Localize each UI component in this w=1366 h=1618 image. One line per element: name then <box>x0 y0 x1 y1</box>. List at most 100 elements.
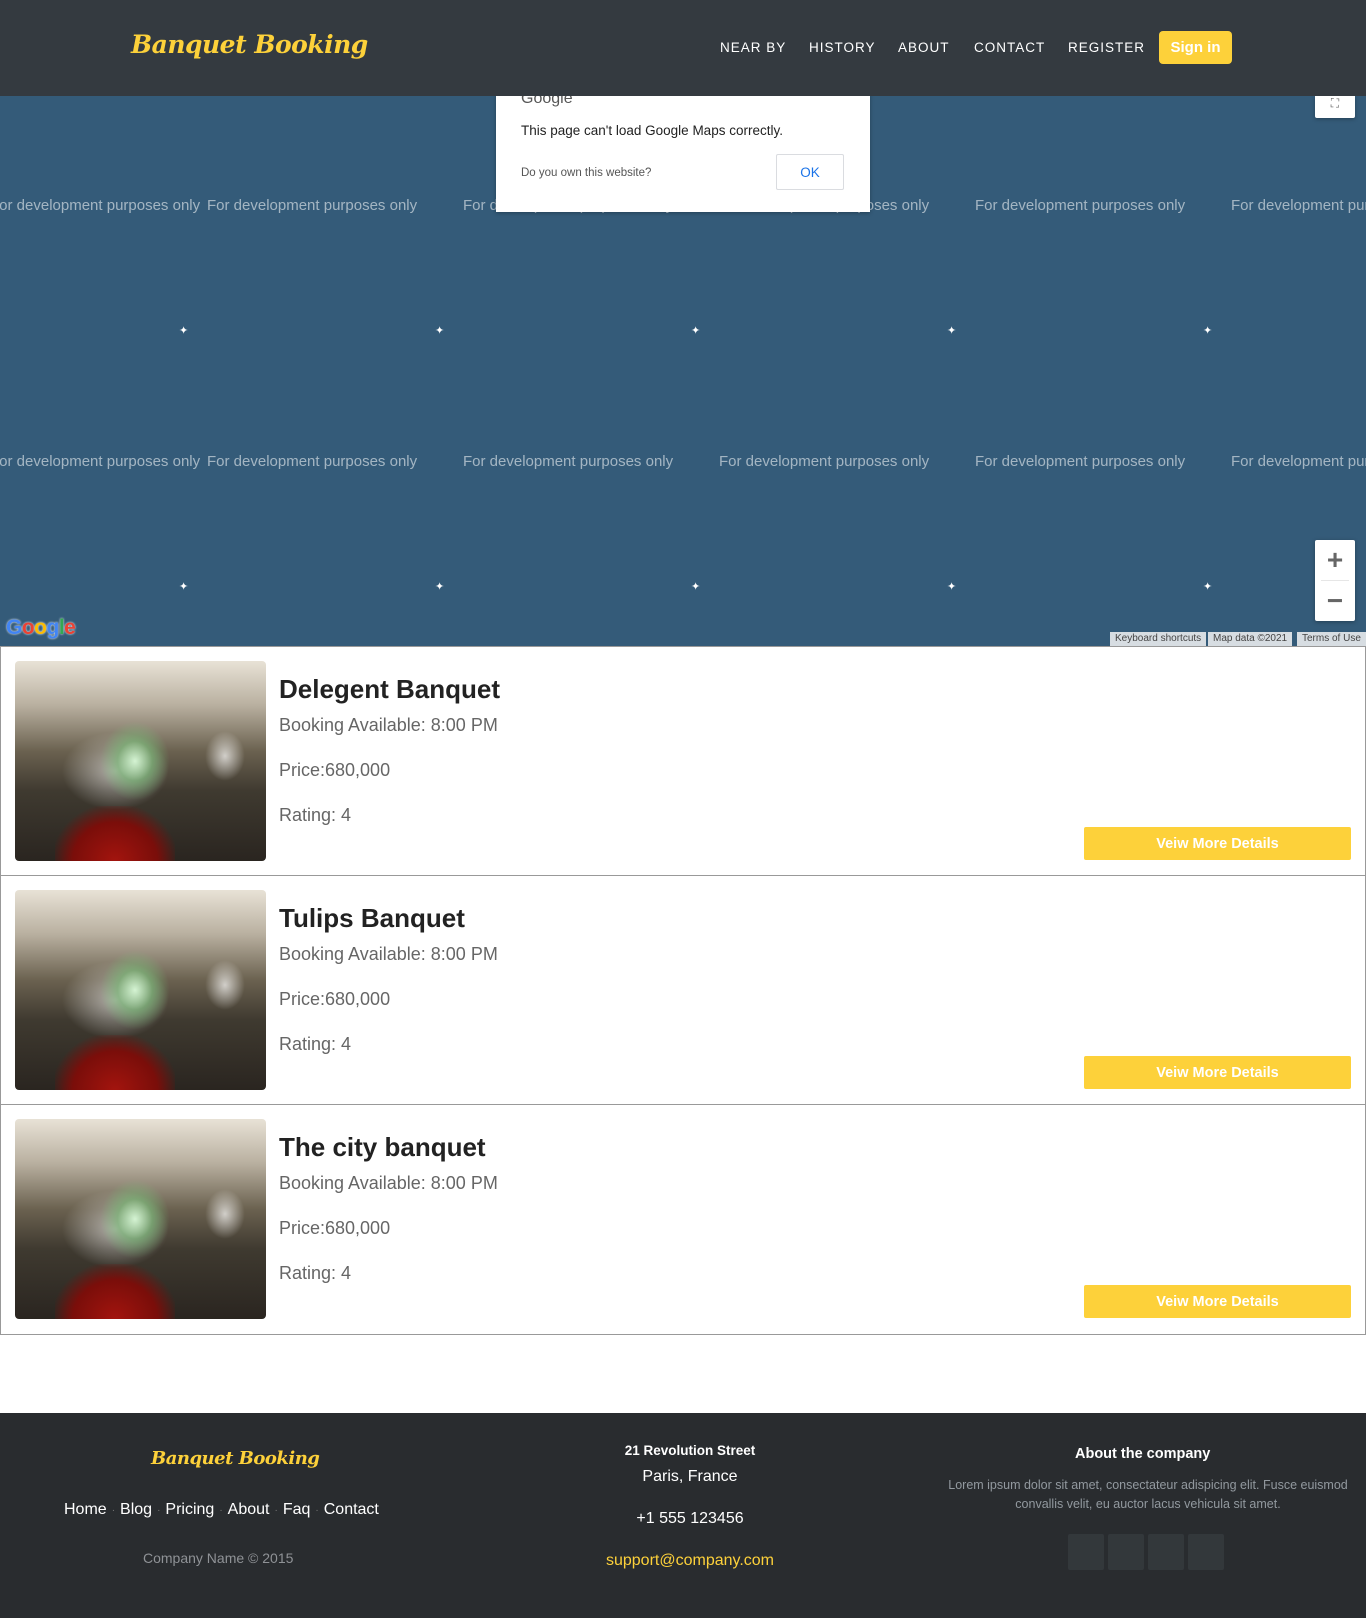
google-wordmark: Google <box>521 96 573 107</box>
zoom-control: + − <box>1315 540 1355 621</box>
banquet-card: Delegent Banquet Booking Available: 8:00… <box>0 646 1366 877</box>
banquet-rating: Rating: 4 <box>279 1034 352 1054</box>
photo-glow <box>100 721 170 801</box>
link-separator: · <box>315 1504 319 1516</box>
page: Banquet Booking NEAR BY HISTORY ABOUT CO… <box>0 0 1366 1618</box>
zoom-out-button[interactable]: − <box>1315 581 1355 621</box>
banquet-price: Price:680,000 <box>279 1218 391 1238</box>
sparkle-icon: ✦ <box>1203 325 1213 337</box>
dev-watermark: For development purposes only <box>1231 453 1366 470</box>
footer-links: Home · Blog · Pricing · About · Faq · Contact <box>64 1501 379 1519</box>
nav-register[interactable]: REGISTER <box>1068 40 1145 55</box>
sparkle-icon: ✦ <box>435 581 445 593</box>
nav-near-by[interactable]: NEAR BY <box>720 40 786 55</box>
photo-red-chairs <box>55 806 175 861</box>
banquet-name: Delegent Banquet <box>279 674 501 704</box>
about-heading: About the company <box>1075 1446 1211 1462</box>
booking-time: Booking Available: 8:00 PM <box>279 715 498 735</box>
banquet-price: Price:680,000 <box>279 989 391 1009</box>
footer-link-blog[interactable]: Blog <box>120 1501 152 1519</box>
about-text: Lorem ipsum dolor sit amet, consectateur… <box>948 1478 1348 1511</box>
photo-glow <box>100 1179 170 1259</box>
maps-error-message: This page can't load Google Maps correct… <box>521 123 783 138</box>
footer-link-faq[interactable]: Faq <box>283 1501 311 1519</box>
photo-light <box>205 960 245 1010</box>
dev-watermark: For development purposes only <box>0 453 201 470</box>
banquet-photo <box>15 1119 266 1319</box>
sparkle-icon: ✦ <box>691 325 701 337</box>
footer-brand[interactable]: Banquet Booking <box>151 1448 320 1469</box>
view-details-button[interactable]: Veiw More Details <box>1084 1285 1351 1318</box>
sparkle-icon: ✦ <box>691 581 701 593</box>
sign-in-button[interactable]: Sign in <box>1159 31 1232 64</box>
site-footer: Banquet Booking Home · Blog · Pricing · Abo… <box>0 1413 1366 1618</box>
footer-link-about[interactable]: About <box>228 1501 270 1519</box>
view-details-button[interactable]: Veiw More Details <box>1084 827 1351 860</box>
map-data-label: Map data ©2021 <box>1208 632 1293 646</box>
maps-error-dialog: Google This page can't load Google Maps … <box>496 96 870 212</box>
banquet-name: The city banquet <box>279 1132 486 1162</box>
dialog-ok-button[interactable]: OK <box>776 154 844 190</box>
footer-copyright: Company Name © 2015 <box>143 1550 294 1566</box>
google-logo-e: e <box>64 616 76 639</box>
footer-city: Paris, France <box>642 1468 738 1485</box>
nav-about[interactable]: ABOUT <box>898 40 950 55</box>
photo-light <box>205 731 245 781</box>
banquet-photo <box>15 890 266 1090</box>
link-separator: · <box>219 1504 223 1516</box>
banquet-rating: Rating: 4 <box>279 1263 352 1283</box>
dev-watermark: For development purposes only <box>975 453 1186 470</box>
social-icon[interactable] <box>1108 1534 1144 1570</box>
terms-of-use-link[interactable]: Terms of Use <box>1297 632 1366 646</box>
view-details-button[interactable]: Veiw More Details <box>1084 1056 1351 1089</box>
brand-logo[interactable]: Banquet Booking <box>131 30 368 59</box>
booking-time: Booking Available: 8:00 PM <box>279 944 498 964</box>
booking-time: Booking Available: 8:00 PM <box>279 1173 498 1193</box>
sparkle-icon: ✦ <box>435 325 445 337</box>
photo-red-chairs <box>55 1035 175 1090</box>
banquet-name: Tulips Banquet <box>279 903 465 933</box>
google-logo-g: G <box>6 616 22 639</box>
google-logo-o2: o <box>34 616 47 639</box>
banquet-rating: Rating: 4 <box>279 805 352 825</box>
top-navbar: Banquet Booking NEAR BY HISTORY ABOUT CO… <box>0 0 1366 96</box>
google-logo-g2: g <box>46 616 60 639</box>
link-separator: · <box>274 1504 278 1516</box>
footer-email-link[interactable]: support@company.com <box>560 1552 820 1570</box>
footer-phone: +1 555 123456 <box>636 1510 744 1527</box>
own-website-question: Do you own this website? <box>521 167 652 179</box>
nav-history[interactable]: HISTORY <box>809 40 876 55</box>
keyboard-shortcuts-link[interactable]: Keyboard shortcuts <box>1110 632 1207 646</box>
photo-glow <box>100 950 170 1030</box>
dev-watermark: For development purposes only <box>207 453 418 470</box>
social-icon[interactable] <box>1148 1534 1184 1570</box>
social-icon[interactable] <box>1188 1534 1224 1570</box>
dev-watermark: For development purposes only <box>975 197 1186 214</box>
banquet-card: Tulips Banquet Booking Available: 8:00 P… <box>0 875 1366 1106</box>
google-map[interactable]: For development purposes only For develo… <box>0 96 1366 646</box>
link-separator: · <box>157 1504 161 1516</box>
dev-watermark: For development purposes only <box>1231 197 1366 214</box>
sparkle-icon: ✦ <box>947 325 957 337</box>
sparkle-icon: ✦ <box>179 581 189 593</box>
footer-link-home[interactable]: Home <box>64 1501 107 1519</box>
photo-light <box>205 1189 245 1239</box>
dev-watermark: For development purposes only <box>0 197 201 214</box>
sparkle-icon: ✦ <box>947 581 957 593</box>
banquet-photo <box>15 661 266 861</box>
footer-link-pricing[interactable]: Pricing <box>165 1501 214 1519</box>
banquet-card: The city banquet Booking Available: 8:00… <box>0 1104 1366 1335</box>
zoom-in-button[interactable]: + <box>1315 540 1355 580</box>
google-logo-o1: o <box>21 616 35 639</box>
dev-watermark: For development purposes only <box>207 197 418 214</box>
social-icon[interactable] <box>1068 1534 1104 1570</box>
sparkle-icon: ✦ <box>1203 581 1213 593</box>
google-map-logo[interactable]: Google <box>6 616 76 640</box>
photo-red-chairs <box>55 1264 175 1319</box>
link-separator: · <box>111 1504 116 1516</box>
nav-contact[interactable]: CONTACT <box>974 40 1045 55</box>
fullscreen-icon[interactable]: ⛶ <box>1315 96 1355 118</box>
dev-watermark: For development purposes only <box>719 453 930 470</box>
footer-link-contact[interactable]: Contact <box>324 1501 379 1519</box>
footer-street: 21 Revolution Street <box>624 1443 756 1458</box>
